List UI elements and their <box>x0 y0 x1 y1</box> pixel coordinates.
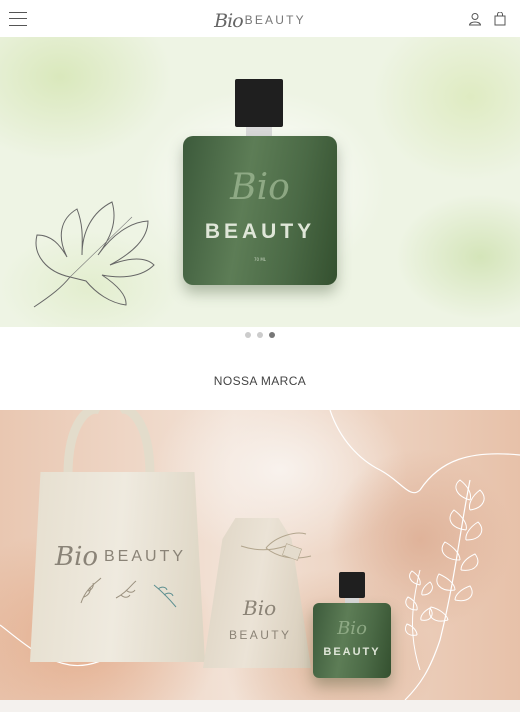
section-title: NOSSA MARCA <box>213 374 307 388</box>
hero-slide[interactable]: Bio BEAUTY 70 ML <box>0 37 520 327</box>
carousel-dot-1[interactable] <box>245 332 251 338</box>
carousel-indicators <box>0 332 520 338</box>
pouch-label: BEAUTY <box>229 628 292 642</box>
shopping-bag-icon[interactable] <box>494 11 506 26</box>
menu-icon[interactable] <box>9 11 27 26</box>
carousel-dot-2[interactable] <box>257 332 263 338</box>
tote-label: BEAUTY <box>104 548 187 565</box>
logo-text: BEAUTY <box>244 13 306 27</box>
banner-bottle-script: Bio <box>337 618 367 639</box>
site-header: Bio BEAUTY <box>0 0 520 37</box>
bottle-label: BEAUTY <box>204 220 316 243</box>
bottle-volume: 70 ML <box>253 257 267 262</box>
pouch-tie-illustration <box>240 532 312 561</box>
carousel-dot-3[interactable] <box>269 332 275 338</box>
header-actions <box>468 11 506 26</box>
banner-perfume-bottle: Bio BEAUTY <box>313 572 391 678</box>
logo-script: Bio <box>214 10 244 32</box>
brand-banner[interactable]: Bio BEAUTY Bio BEAUTY Bio BEAUTY <box>0 410 520 700</box>
next-section-edge <box>0 700 520 712</box>
tote-script: Bio <box>55 542 99 572</box>
bottle-script: Bio <box>230 167 290 208</box>
monstera-leaf-illustration <box>33 201 155 308</box>
tote-leaf-illustration <box>80 577 177 608</box>
brand-logo[interactable]: Bio BEAUTY <box>214 4 306 32</box>
banner-bottle-label: BEAUTY <box>323 646 381 658</box>
user-icon[interactable] <box>468 12 482 26</box>
pouch-script: Bio <box>243 596 277 620</box>
perfume-bottle: Bio BEAUTY 70 ML <box>183 79 337 285</box>
page: Bio BEAUTY Bio BEAUTY 70 ML NOSSA MARCA … <box>0 0 520 712</box>
